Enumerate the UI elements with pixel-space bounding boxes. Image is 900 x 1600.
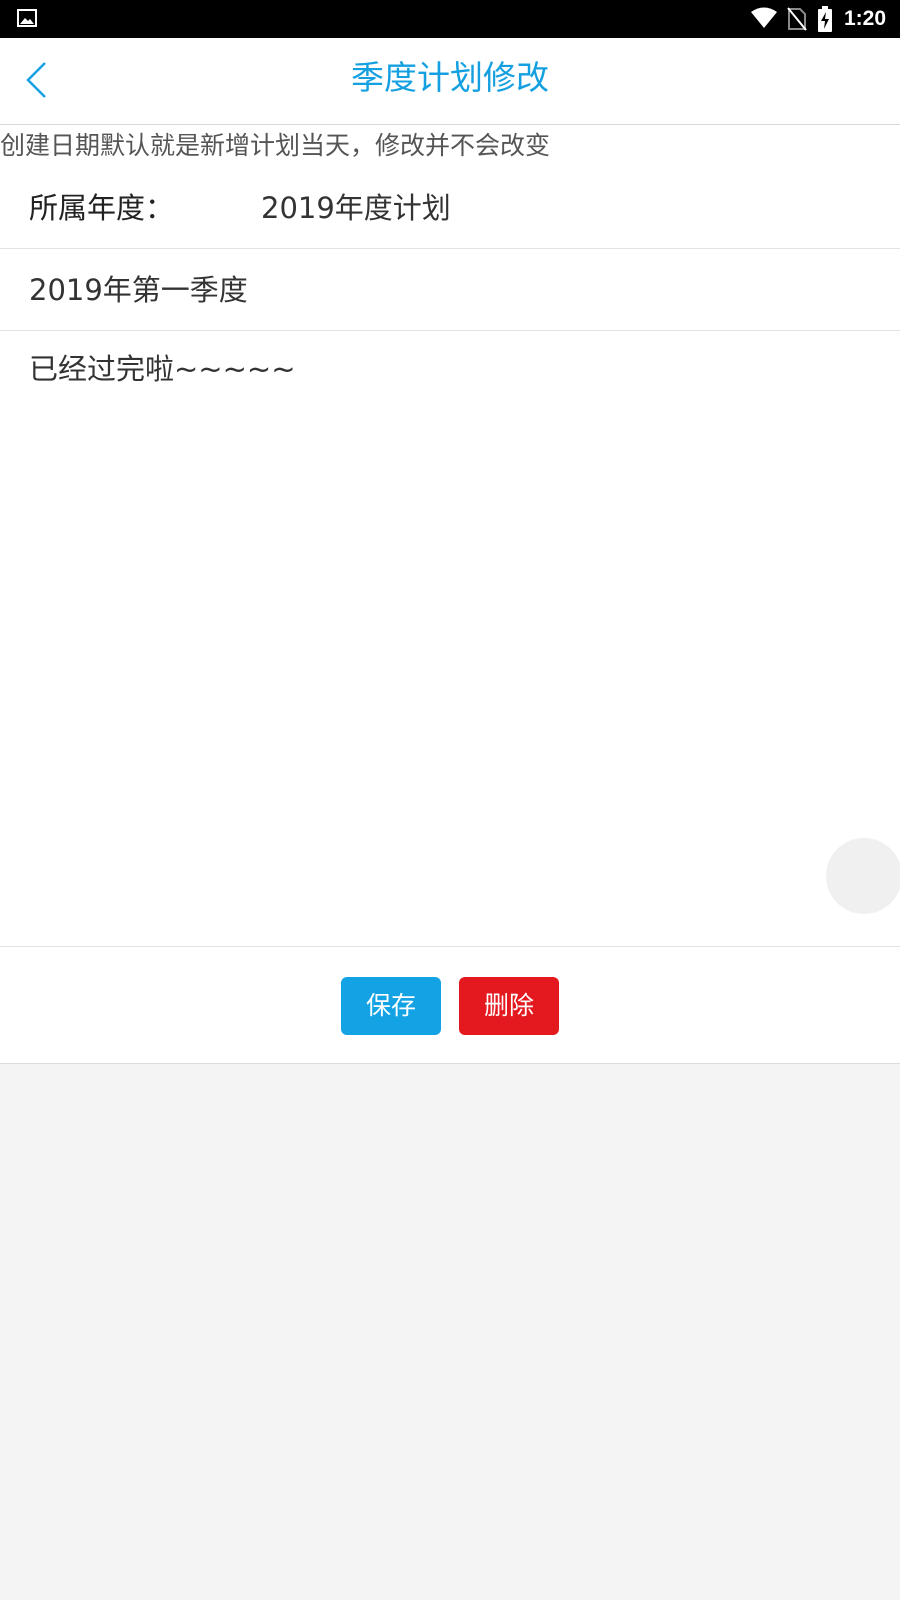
- no-sim-icon: [787, 7, 807, 31]
- gallery-icon: [17, 9, 37, 27]
- plan-content-field[interactable]: 已经过完啦~~~~~: [0, 331, 900, 947]
- quarter-field[interactable]: 2019年第一季度: [29, 268, 248, 312]
- quarter-row[interactable]: 2019年第一季度: [0, 249, 900, 331]
- year-label: 所属年度：: [29, 191, 175, 225]
- divider: [0, 1063, 900, 1064]
- delete-button[interactable]: 删除: [459, 977, 559, 1035]
- year-value[interactable]: 2019年度计划: [261, 186, 451, 230]
- year-row[interactable]: 所属年度： 2019年度计划: [0, 168, 900, 249]
- hint-text: 创建日期默认就是新增计划当天，修改并不会改变: [0, 131, 551, 160]
- page-title: 季度计划修改: [351, 58, 549, 97]
- title-bar: 季度计划修改: [0, 38, 900, 125]
- floating-assist-button[interactable]: [826, 838, 900, 914]
- save-button[interactable]: 保存: [341, 977, 441, 1035]
- battery-charging-icon: [818, 6, 832, 32]
- plan-content-text[interactable]: 已经过完啦~~~~~: [29, 347, 296, 391]
- status-bar: 1:20: [0, 0, 900, 38]
- plan-edit-page: 季度计划修改 创建日期默认就是新增计划当天，修改并不会改变 所属年度： 2019…: [0, 38, 900, 1064]
- wifi-icon: [751, 7, 777, 28]
- status-clock: 1:20: [843, 7, 886, 30]
